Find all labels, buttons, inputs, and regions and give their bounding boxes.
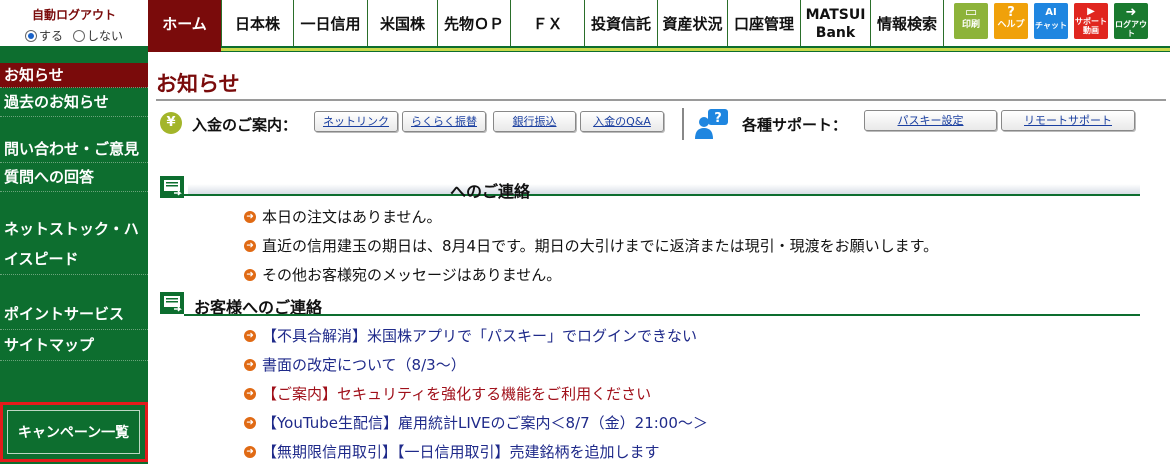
bullet-arrow-icon: ➜ — [244, 358, 256, 371]
title-rule — [156, 99, 1166, 101]
list-item: ➜ 直近の信用建玉の期日は、8月4日です。期日の大引けまでに返済または現引・現渡… — [244, 235, 938, 256]
bullet-arrow-icon: ➜ — [244, 445, 256, 458]
help-icon: ? — [1007, 5, 1015, 20]
nav-day-margin[interactable]: 一日信用 — [293, 0, 367, 48]
nav-us-stock[interactable]: 米国株 — [367, 0, 437, 48]
campaign-highlight: キャンペーン一覧 — [0, 402, 148, 462]
notice-section-icon — [160, 176, 184, 198]
section1-title: へのご連絡 — [450, 182, 531, 201]
sidebar-item-faq[interactable]: 質問への回答 — [0, 163, 148, 192]
sidebar-item-notices[interactable]: お知らせ — [0, 63, 148, 88]
nav-divider-yellow — [148, 48, 1170, 51]
support-video-button[interactable]: ▶ サポート動画 — [1074, 3, 1108, 39]
bullet-arrow-icon: ➜ — [244, 416, 256, 429]
top-bar: 自動ログアウト する しない ホーム 日本株 一日信用 米国株 先物ＯＰ ＦＸ … — [0, 0, 1170, 48]
auto-logout-off-radio[interactable] — [73, 29, 85, 42]
sidebar-item-inquiry[interactable]: 問い合わせ・ご意見 — [0, 137, 148, 163]
bullet-arrow-icon: ➜ — [244, 268, 256, 281]
nav-matsui-bank[interactable]: MATSUI Bank — [800, 0, 870, 48]
nav-assets[interactable]: 資産状況 — [657, 0, 727, 48]
auto-logout-title: 自動ログアウト — [31, 8, 116, 22]
svg-text:?: ? — [714, 111, 722, 126]
print-button[interactable]: ▭ 印刷 — [954, 3, 988, 39]
remote-support-button[interactable]: リモートサポート — [1001, 110, 1135, 131]
ai-chat-button[interactable]: AI チャット — [1034, 3, 1068, 39]
nav-japan-stock[interactable]: 日本株 — [221, 0, 293, 48]
deposit-netlink-button[interactable]: ネットリンク — [314, 111, 398, 132]
ai-chat-label: チャット — [1035, 21, 1067, 30]
list-item: ➜ その他お客様宛のメッセージはありません。 — [244, 264, 561, 285]
print-label: 印刷 — [961, 20, 980, 30]
auto-logout-off-label[interactable]: しない — [87, 27, 123, 44]
toolbar-separator — [682, 108, 684, 140]
section1-rule — [184, 194, 1140, 196]
nav-investment-trust[interactable]: 投資信託 — [584, 0, 657, 48]
list-item: ➜ 本日の注文はありません。 — [244, 206, 442, 227]
customer-notice-section-icon — [160, 292, 184, 314]
auto-logout-on-radio[interactable] — [24, 29, 37, 42]
auto-logout-on-label[interactable]: する — [39, 27, 63, 44]
yen-icon: ¥ — [160, 112, 182, 134]
nav-futures-options[interactable]: 先物ＯＰ — [437, 0, 510, 48]
nav-account[interactable]: 口座管理 — [727, 0, 800, 48]
list-item[interactable]: ➜ 【不具合解消】米国株アプリで「パスキー」でログインできない — [244, 325, 697, 346]
help-label: ヘルプ — [997, 20, 1025, 30]
support-video-label: サポート動画 — [1075, 17, 1107, 35]
auto-logout-panel: 自動ログアウト する しない — [0, 0, 148, 48]
logout-icon: ➜ — [1125, 5, 1137, 20]
nav-home[interactable]: ホーム — [148, 0, 221, 48]
bullet-arrow-icon: ➜ — [244, 239, 256, 252]
support-label: 各種サポート： — [742, 116, 848, 134]
page-title: お知らせ — [156, 72, 240, 96]
bullet-arrow-icon: ➜ — [244, 329, 256, 342]
deposit-qa-button[interactable]: 入金のQ&A — [580, 111, 664, 132]
deposit-easy-transfer-button[interactable]: らくらく振替 — [402, 111, 486, 132]
main-nav: ホーム 日本株 一日信用 米国株 先物ＯＰ ＦＸ 投資信託 資産状況 口座管理 … — [148, 0, 944, 48]
auto-logout-options: する しない — [0, 27, 148, 44]
main-content: お知らせ ¥ 入金のご案内： ネットリンク らくらく振替 銀行振込 入金のQ&A… — [148, 52, 1170, 464]
list-item[interactable]: ➜ 【無期限信用取引】【一日信用取引】売建銘柄を追加します — [244, 441, 660, 462]
help-button[interactable]: ? ヘルプ — [994, 3, 1028, 39]
utility-buttons: ▭ 印刷 ? ヘルプ AI チャット ▶ サポート動画 ➜ ログアウト — [954, 3, 1148, 39]
section2-rule — [184, 314, 1140, 316]
nav-info-search[interactable]: 情報検索 — [870, 0, 944, 48]
passkey-settings-button[interactable]: パスキー設定 — [864, 110, 997, 131]
play-icon: ▶ — [1087, 6, 1095, 17]
bullet-arrow-icon: ➜ — [244, 387, 256, 400]
bullet-arrow-icon: ➜ — [244, 210, 256, 223]
support-person-icon: ? — [695, 109, 728, 139]
logout-label: ログアウト — [1115, 20, 1147, 38]
sidebar-item-past-notices[interactable]: 過去のお知らせ — [0, 88, 148, 117]
deposit-label: 入金のご案内： — [192, 116, 298, 134]
list-item[interactable]: ➜ 【ご案内】セキュリティを強化する機能をご利用ください — [244, 383, 651, 404]
list-item[interactable]: ➜ 書面の改定について（8/3〜） — [244, 354, 466, 375]
list-item[interactable]: ➜ 【YouTube生配信】雇用統計LIVEのご案内＜8/7（金）21:00〜＞ — [244, 412, 708, 433]
ai-chat-icon: AI — [1045, 7, 1057, 18]
print-icon: ▭ — [964, 5, 978, 20]
sidebar-item-points[interactable]: ポイントサービス — [0, 299, 148, 330]
nav-fx[interactable]: ＦＸ — [510, 0, 584, 48]
sidebar-item-sitemap[interactable]: サイトマップ — [0, 330, 148, 361]
deposit-bank-transfer-button[interactable]: 銀行振込 — [493, 111, 576, 132]
sidebar-item-netstock[interactable]: ネットストック・ハイスピード — [0, 214, 148, 275]
campaign-list-button[interactable]: キャンペーン一覧 — [7, 410, 140, 454]
logout-button[interactable]: ➜ ログアウト — [1114, 3, 1148, 39]
